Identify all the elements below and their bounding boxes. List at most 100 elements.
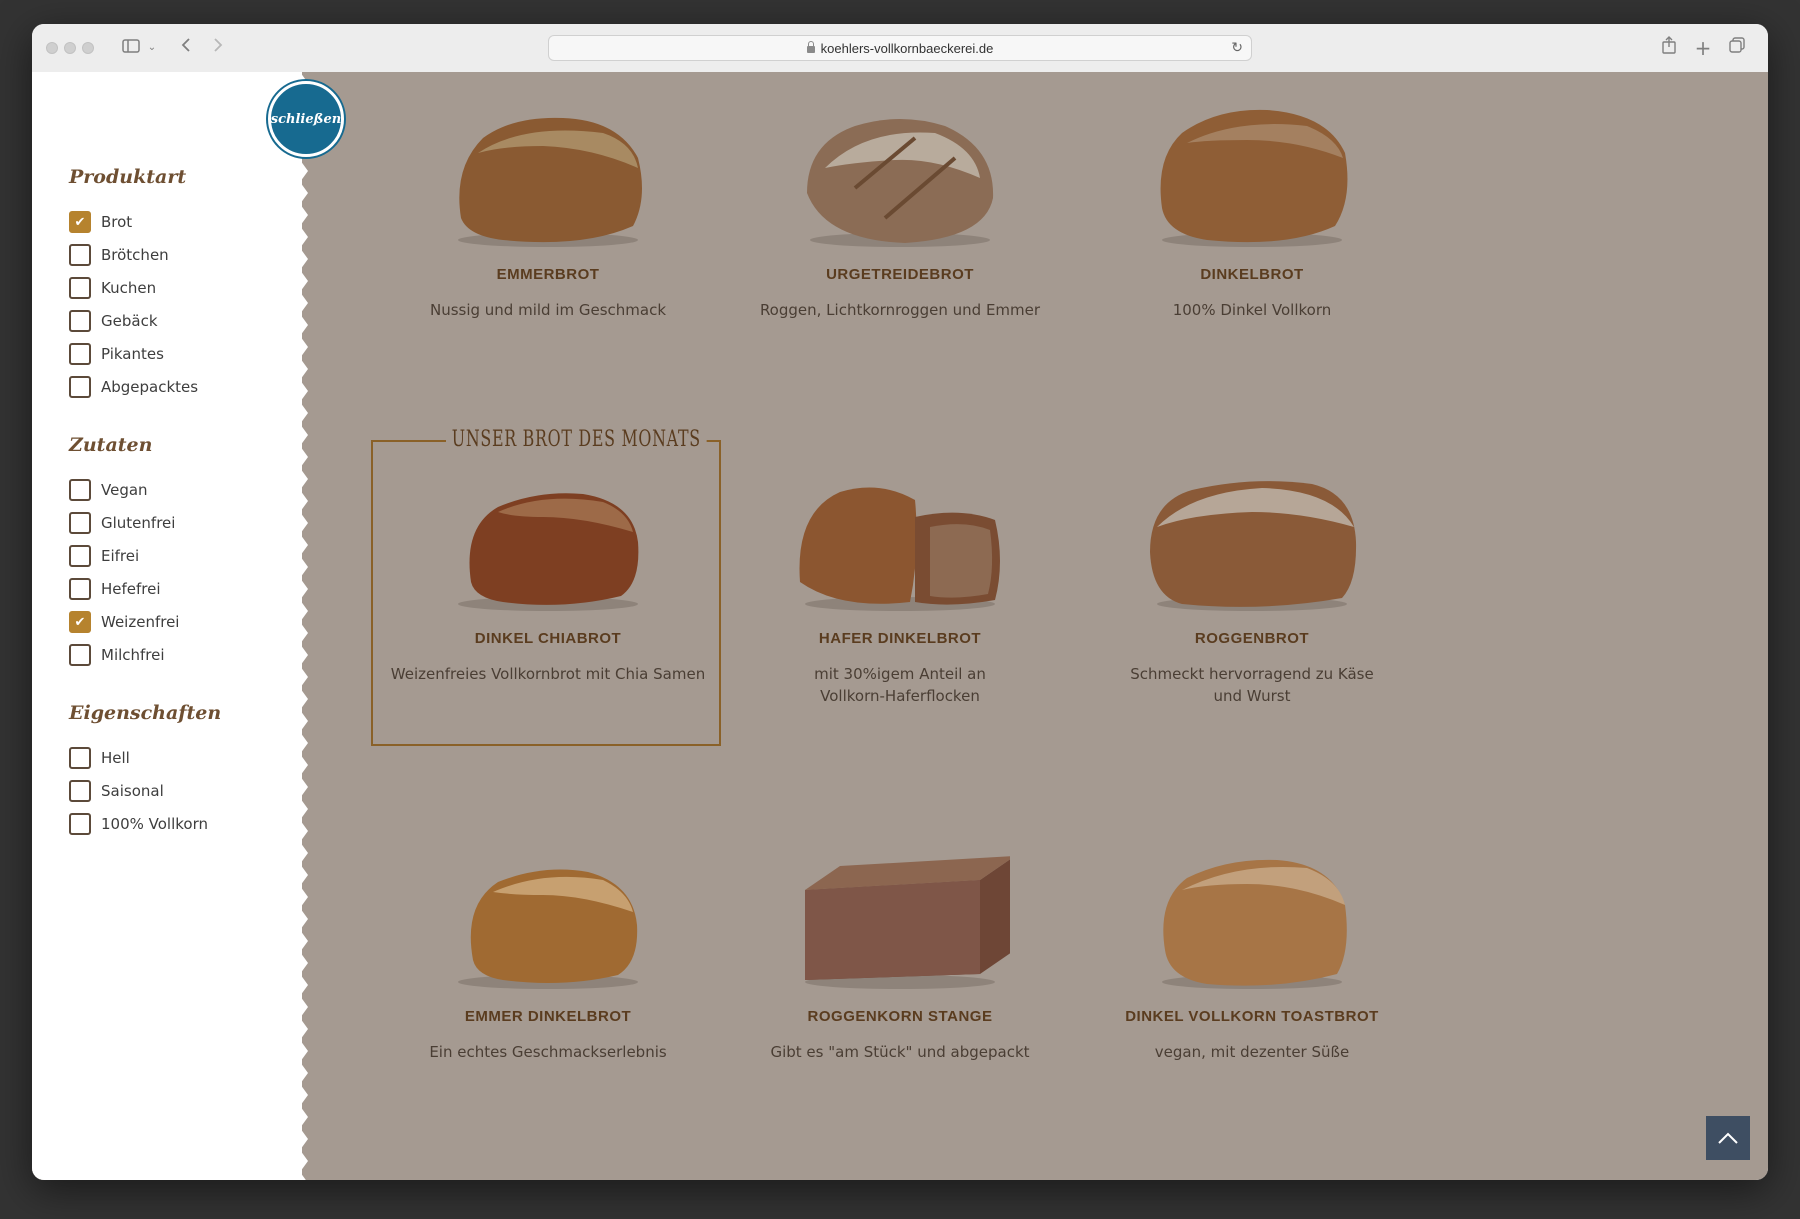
product-card[interactable]: HAFER DINKELBROT mit 30%igem Anteil an V…	[735, 472, 1065, 707]
product-image	[790, 472, 1010, 612]
filter-kuchen[interactable]: Kuchen	[69, 277, 156, 299]
chevron-up-icon	[1718, 1132, 1738, 1144]
share-icon[interactable]	[1660, 36, 1678, 60]
checkbox-icon[interactable]	[69, 747, 91, 769]
filter-vollkorn[interactable]: 100% Vollkorn	[69, 813, 208, 835]
product-description: vegan, mit dezenter Süße	[1154, 1043, 1350, 1061]
filter-label: Vegan	[101, 481, 148, 499]
checkbox-icon[interactable]	[69, 813, 91, 835]
product-name: HAFER DINKELBROT	[818, 630, 982, 647]
checkbox-icon[interactable]	[69, 310, 91, 332]
filter-label: Pikantes	[101, 345, 164, 363]
product-name: DINKEL VOLLKORN TOASTBROT	[1125, 1008, 1379, 1025]
minimize-window-button[interactable]	[64, 42, 76, 54]
close-window-button[interactable]	[46, 42, 58, 54]
product-image	[1147, 850, 1357, 990]
product-image	[795, 98, 1005, 248]
filter-weizenfrei[interactable]: ✔ Weizenfrei	[69, 611, 179, 633]
filter-label: Eifrei	[101, 547, 140, 565]
filter-label: Brot	[101, 213, 133, 231]
product-card[interactable]: DINKEL VOLLKORN TOASTBROT vegan, mit dez…	[1087, 850, 1417, 1063]
filter-label: Gebäck	[101, 312, 158, 330]
filter-label: Brötchen	[101, 246, 169, 264]
filter-pikantes[interactable]: Pikantes	[69, 343, 164, 365]
product-card[interactable]: ROGGENKORN STANGE Gibt es "am Stück" und…	[735, 850, 1065, 1063]
forward-icon[interactable]	[210, 36, 226, 60]
filter-glutenfrei[interactable]: Glutenfrei	[69, 512, 175, 534]
filter-hefefrei[interactable]: Hefefrei	[69, 578, 161, 600]
checkbox-icon[interactable]	[69, 479, 91, 501]
checkbox-icon[interactable]	[69, 277, 91, 299]
sidebar-toggle-icon[interactable]	[120, 36, 142, 60]
filter-label: Abgepacktes	[101, 378, 199, 396]
tabs-overview-icon[interactable]	[1728, 36, 1746, 60]
product-description: Gibt es "am Stück" und abgepackt	[770, 1043, 1030, 1061]
product-image	[443, 98, 653, 248]
product-description: 100% Dinkel Vollkorn	[1172, 301, 1332, 319]
browser-window: ⌄ koehlers-vollkornbaeckerei.de ↻ + EMME…	[32, 24, 1768, 1180]
filter-saisonal[interactable]: Saisonal	[69, 780, 164, 802]
filter-label: Saisonal	[101, 782, 164, 800]
filter-eifrei[interactable]: Eifrei	[69, 545, 139, 567]
checkbox-icon[interactable]	[69, 512, 91, 534]
reload-icon[interactable]: ↻	[1231, 39, 1243, 56]
checkbox-icon[interactable]	[69, 343, 91, 365]
zoom-window-button[interactable]	[82, 42, 94, 54]
filter-group-title: Produktart	[69, 166, 187, 188]
filter-hell[interactable]: Hell	[69, 747, 130, 769]
filter-group-title: Zutaten	[69, 434, 153, 456]
filter-broetchen[interactable]: Brötchen	[69, 244, 169, 266]
product-card[interactable]: DINKELBROT 100% Dinkel Vollkorn	[1087, 98, 1417, 321]
product-description: Weizenfreies Vollkornbrot mit Chia Samen	[390, 665, 706, 683]
filter-label: Kuchen	[101, 279, 157, 297]
product-image	[1142, 472, 1362, 612]
filter-gebaeck[interactable]: Gebäck	[69, 310, 158, 332]
product-card-featured[interactable]: DINKEL CHIABROT Weizenfreies Vollkornbro…	[383, 472, 713, 685]
product-card[interactable]: EMMERBROT Nussig und mild im Geschmack	[383, 98, 713, 321]
product-name: ROGGENBROT	[1194, 630, 1310, 647]
product-name: DINKELBROT	[1200, 266, 1304, 283]
product-description: Roggen, Lichtkornroggen und Emmer	[759, 301, 1041, 319]
filter-label: 100% Vollkorn	[101, 815, 208, 833]
browser-toolbar: ⌄ koehlers-vollkornbaeckerei.de ↻ +	[32, 24, 1768, 73]
filter-label: Milchfrei	[101, 646, 165, 664]
filter-label: Weizenfrei	[101, 613, 180, 631]
product-name: EMMER DINKELBROT	[464, 1008, 632, 1025]
product-description: Ein echtes Geschmackserlebnis	[429, 1043, 667, 1061]
close-sidebar-button[interactable]: schließen	[268, 81, 344, 157]
checkbox-icon[interactable]	[69, 244, 91, 266]
checkbox-icon[interactable]	[69, 780, 91, 802]
checkbox-icon[interactable]	[69, 545, 91, 567]
product-description: Schmeckt hervorragend zu Käse und Wurst	[1130, 665, 1374, 705]
lock-icon	[806, 40, 815, 53]
product-image	[443, 472, 653, 612]
product-card[interactable]: EMMER DINKELBROT Ein echtes Geschmackser…	[383, 850, 713, 1063]
filter-vegan[interactable]: Vegan	[69, 479, 148, 501]
checkbox-icon[interactable]	[69, 644, 91, 666]
checkbox-checked-icon[interactable]: ✔	[69, 211, 91, 233]
url-text: koehlers-vollkornbaeckerei.de	[820, 40, 994, 56]
filter-abgepacktes[interactable]: Abgepacktes	[69, 376, 198, 398]
new-tab-icon[interactable]: +	[1694, 36, 1712, 60]
checkbox-icon[interactable]	[69, 578, 91, 600]
scroll-to-top-button[interactable]	[1706, 1116, 1750, 1160]
product-image	[1147, 98, 1357, 248]
product-card[interactable]: URGETREIDEBROT Roggen, Lichtkornroggen u…	[735, 98, 1065, 321]
filter-label: Hell	[101, 749, 130, 767]
filter-brot[interactable]: ✔ Brot	[69, 211, 132, 233]
sidebar-zigzag-edge	[300, 72, 308, 1180]
product-name: URGETREIDEBROT	[826, 266, 974, 283]
product-image	[443, 850, 653, 990]
product-name: EMMERBROT	[496, 266, 600, 283]
chevron-down-icon[interactable]: ⌄	[146, 36, 158, 60]
checkbox-checked-icon[interactable]: ✔	[69, 611, 91, 633]
checkbox-icon[interactable]	[69, 376, 91, 398]
filter-sidebar: Produktart ✔ Brot Brötchen Kuchen Gebäck…	[32, 72, 302, 1180]
filter-label: Hefefrei	[101, 580, 161, 598]
product-image	[790, 850, 1015, 990]
product-card[interactable]: ROGGENBROT Schmeckt hervorragend zu Käse…	[1087, 472, 1417, 707]
back-icon[interactable]	[178, 36, 194, 60]
filter-milchfrei[interactable]: Milchfrei	[69, 644, 165, 666]
page-content: EMMERBROT Nussig und mild im Geschmack U…	[32, 72, 1768, 1180]
address-bar[interactable]: koehlers-vollkornbaeckerei.de ↻	[548, 35, 1252, 61]
